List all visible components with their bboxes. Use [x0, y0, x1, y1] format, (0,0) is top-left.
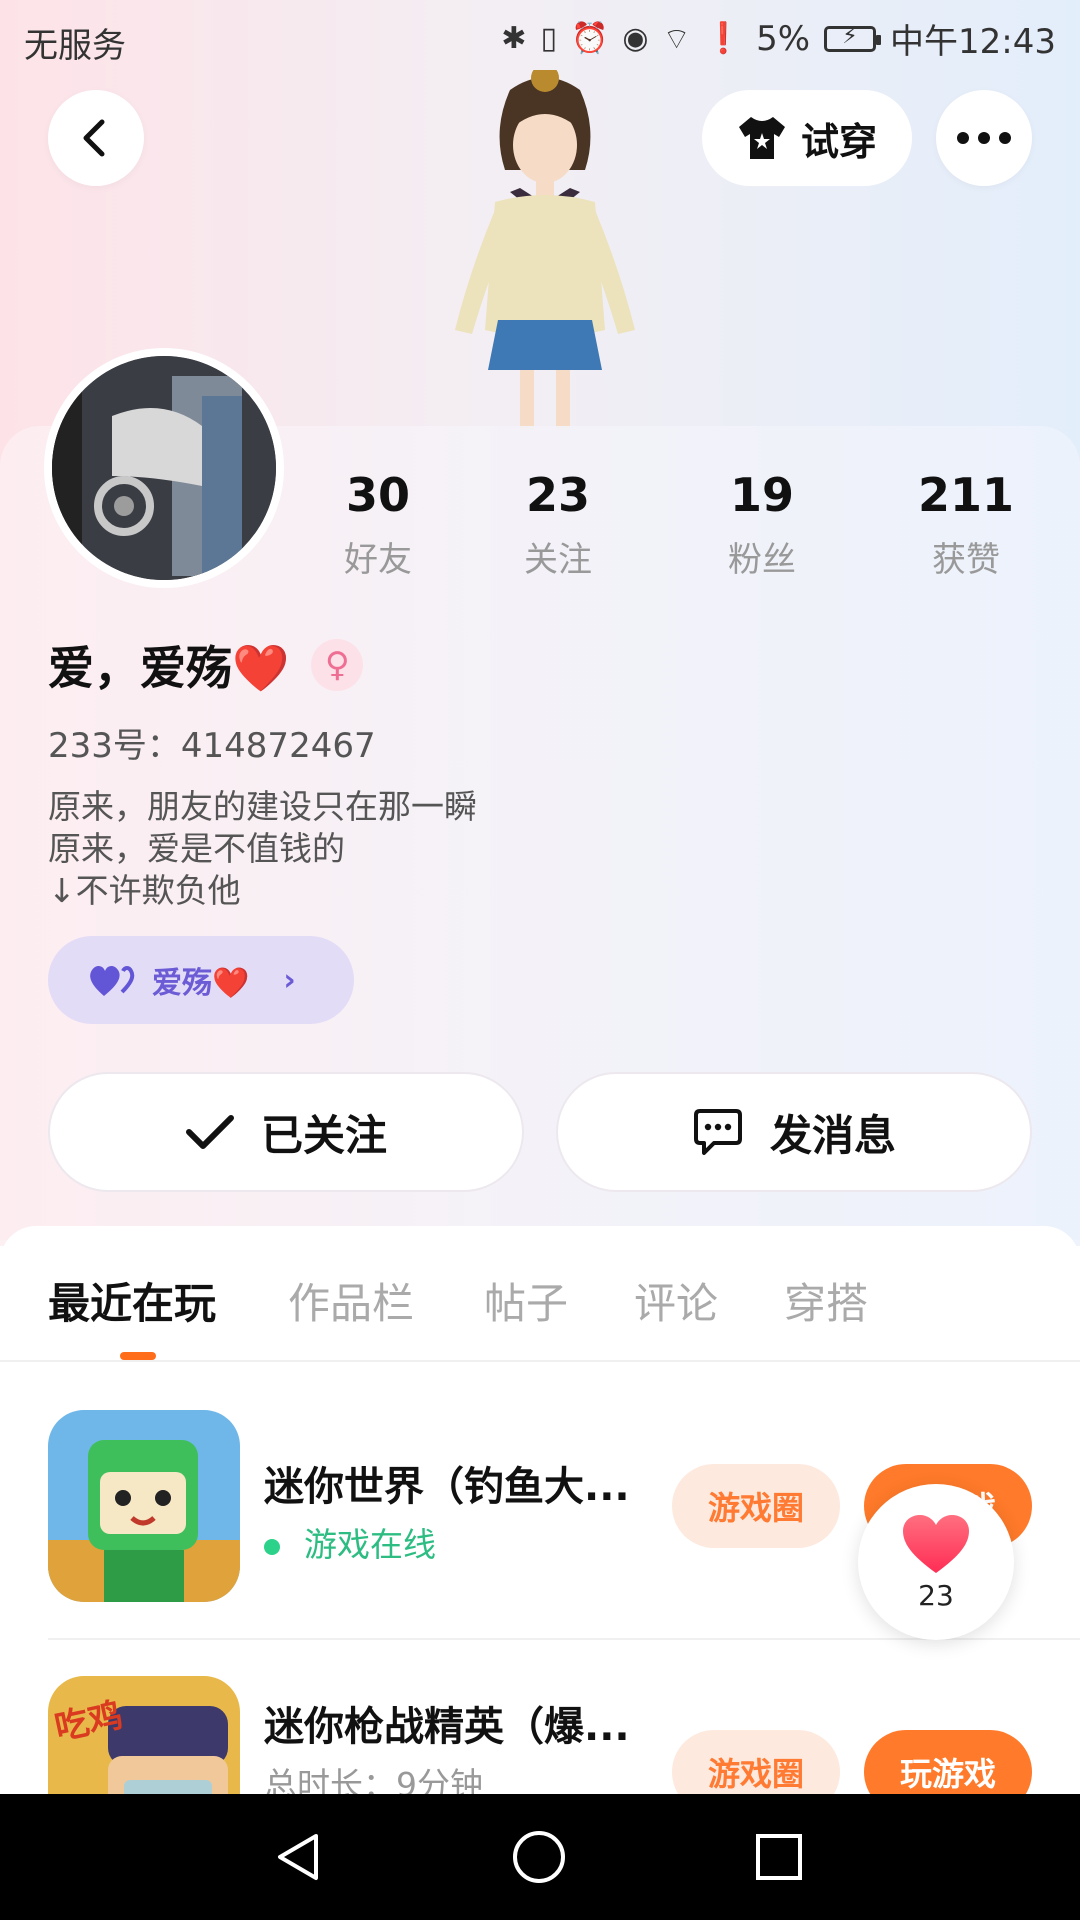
- check-icon: [185, 1115, 234, 1149]
- stat-fans-label: 粉丝: [728, 540, 796, 580]
- stat-following-count: 23: [525, 468, 590, 522]
- following-button[interactable]: 已关注: [48, 1072, 524, 1192]
- bio: 原来，朋友的建设只在那一瞬 原来，爱是不值钱的 ↓不许欺负他: [48, 786, 477, 912]
- send-message-button[interactable]: 发消息: [556, 1072, 1032, 1192]
- stat-following-label: 关注: [524, 540, 592, 580]
- battery-alert-icon: ❗: [704, 21, 743, 56]
- like-float-button[interactable]: 23: [858, 1484, 1014, 1640]
- heart-icon: [903, 1514, 969, 1573]
- like-count: 23: [918, 1578, 954, 1612]
- bio-line: ↓不许欺负他: [48, 871, 241, 910]
- tab-posts[interactable]: 帖子: [484, 1270, 568, 1331]
- nickname: 爱，爱殇❤️: [48, 641, 290, 695]
- chat-bubble-icon: [693, 1109, 742, 1155]
- fan-tag-label: 爱殇❤️: [152, 966, 250, 1001]
- try-on-label: 试穿: [800, 119, 877, 164]
- try-on-button[interactable]: 试穿: [702, 90, 912, 186]
- game-icon-mini-world[interactable]: [48, 1410, 240, 1602]
- battery-icon: ⚡: [824, 24, 882, 52]
- nav-recents-button[interactable]: [746, 1824, 812, 1890]
- bluetooth-icon: ✱: [501, 21, 527, 56]
- back-button[interactable]: [48, 90, 144, 186]
- tab-indicator: [120, 1352, 156, 1360]
- status-icons: ✱ ▯ ⏰ ◉ ⌔ ❗ 5% ⚡ 中午12:43: [501, 14, 1056, 63]
- more-dots-icon: [957, 132, 1011, 144]
- eye-icon: ◉: [622, 21, 649, 56]
- stat-following[interactable]: 23 关注: [478, 468, 638, 581]
- game-circle-button[interactable]: 游戏圈: [672, 1464, 840, 1548]
- avatar-3d-character[interactable]: [400, 70, 690, 430]
- tab-comments[interactable]: 评论: [634, 1270, 718, 1331]
- fan-group-tag[interactable]: 爱殇❤️ ›: [48, 936, 354, 1024]
- game-title[interactable]: 迷你枪战精英（爆...: [264, 1694, 644, 1752]
- stat-fans-count: 19: [729, 468, 794, 522]
- online-dot-icon: [264, 1538, 280, 1555]
- following-label: 已关注: [260, 1110, 387, 1160]
- stat-friends-label: 好友: [344, 540, 412, 580]
- chevron-right-icon: ›: [283, 962, 296, 998]
- bio-line: 原来，爱是不值钱的: [48, 829, 345, 868]
- battery-percent: 5%: [756, 18, 811, 59]
- stat-friends-count: 30: [345, 468, 410, 522]
- stat-likes-label: 获赞: [932, 540, 1000, 580]
- more-options-button[interactable]: [936, 90, 1032, 186]
- vibrate-icon: ▯: [540, 21, 557, 56]
- game-status-text: 游戏在线: [304, 1525, 436, 1564]
- avatar[interactable]: [44, 348, 284, 588]
- uid-value: 414872467: [180, 726, 376, 766]
- stat-fans[interactable]: 19 粉丝: [682, 468, 842, 581]
- tab-outfits[interactable]: 穿搭: [784, 1270, 868, 1331]
- nav-back-button[interactable]: [266, 1824, 332, 1890]
- clock: 中午12:43: [890, 22, 1056, 62]
- avatar-image: [52, 356, 276, 580]
- alarm-icon: ⏰: [570, 21, 609, 56]
- carrier-text: 无服务: [24, 26, 126, 66]
- gender-female-icon: ♀: [311, 639, 364, 691]
- tabs-divider: [0, 1360, 1080, 1362]
- headphones-photo: [52, 356, 276, 580]
- nickname-row: 爱，爱殇❤️ ♀: [48, 632, 364, 698]
- status-bar: 无服务 ✱ ▯ ⏰ ◉ ⌔ ❗ 5% ⚡ 中午12:43: [0, 0, 1080, 74]
- game-title[interactable]: 迷你世界（钓鱼大...: [264, 1454, 644, 1512]
- uid-label: 233号：: [48, 726, 181, 766]
- chevron-left-icon: [83, 119, 105, 157]
- bio-line: 原来，朋友的建设只在那一瞬: [48, 787, 477, 826]
- nav-home-button[interactable]: [506, 1824, 572, 1890]
- stat-likes[interactable]: 211 获赞: [886, 468, 1046, 581]
- tab-recently-played[interactable]: 最近在玩: [48, 1270, 216, 1331]
- circle-home-icon: [513, 1831, 565, 1883]
- system-nav-bar: [0, 1794, 1080, 1920]
- profile-tabs: 最近在玩 作品栏 帖子 评论 穿搭: [0, 1260, 1080, 1360]
- tshirt-icon: [738, 117, 785, 159]
- hearts-icon: [90, 965, 135, 996]
- square-recents-icon: [756, 1834, 802, 1880]
- send-message-label: 发消息: [769, 1110, 896, 1160]
- stat-likes-count: 211: [917, 468, 1015, 522]
- wifi-icon: ⌔: [662, 21, 691, 57]
- stat-friends[interactable]: 30 好友: [298, 468, 458, 581]
- triangle-back-icon: [278, 1834, 318, 1880]
- tab-works[interactable]: 作品栏: [288, 1270, 414, 1331]
- game-status: 游戏在线: [264, 1518, 436, 1566]
- user-id[interactable]: 233号：414872467: [48, 718, 376, 767]
